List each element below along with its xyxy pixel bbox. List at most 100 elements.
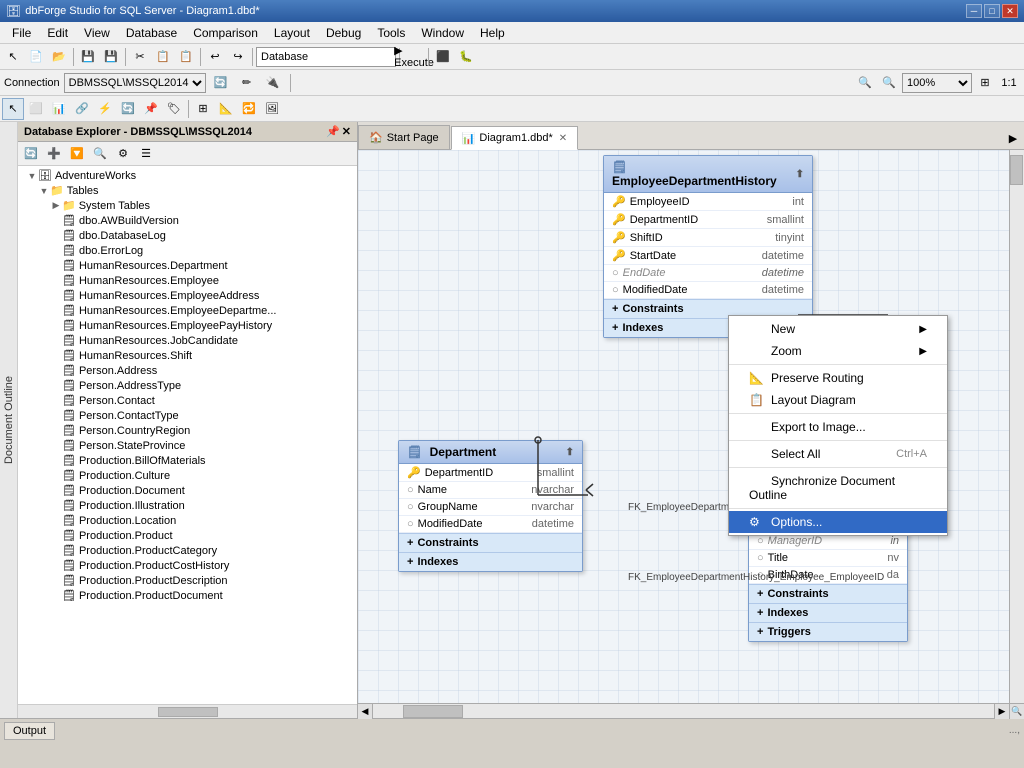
- menu-layout[interactable]: Layout: [266, 22, 318, 44]
- edh-field-shiftid[interactable]: 🔑 ShiftID tinyint: [604, 229, 812, 247]
- tree-hr-employeeaddress[interactable]: 🗒 HumanResources.EmployeeAddress: [18, 288, 357, 303]
- ctx-export-image[interactable]: Export to Image...: [729, 416, 947, 438]
- ctx-zoom[interactable]: Zoom ▶: [729, 340, 947, 362]
- tree-person-contact[interactable]: 🗒 Person.Contact: [18, 393, 357, 408]
- ctx-new[interactable]: New ▶: [729, 318, 947, 340]
- tool-2[interactable]: 📊: [48, 98, 70, 120]
- tool-5[interactable]: 🔄: [117, 98, 139, 120]
- menu-view[interactable]: View: [76, 22, 118, 44]
- tree-prod-productcosthist[interactable]: 🗒 Production.ProductCostHistory: [18, 558, 357, 573]
- emp-indexes[interactable]: + Indexes: [749, 603, 907, 622]
- diagram-scroll-v[interactable]: [1009, 150, 1024, 703]
- zoom-select[interactable]: 100% 75% 150%: [902, 73, 972, 93]
- tree-prod-productdocument[interactable]: 🗒 Production.ProductDocument: [18, 588, 357, 603]
- emp-field-birthdate[interactable]: ○ BirthDate da: [749, 567, 907, 584]
- tool-4[interactable]: ⚡: [94, 98, 116, 120]
- menu-debug[interactable]: Debug: [318, 22, 369, 44]
- ctx-select-all[interactable]: Select All Ctrl+A: [729, 443, 947, 465]
- tree-person-stateprovince[interactable]: 🗒 Person.StateProvince: [18, 438, 357, 453]
- tb-new[interactable]: 📄: [25, 46, 47, 68]
- tree-errorlog[interactable]: 🗒 dbo.ErrorLog: [18, 243, 357, 258]
- table-header-dept[interactable]: 🗒 Department ⬆: [399, 441, 582, 464]
- scrollbar-thumb-v[interactable]: [1010, 155, 1023, 185]
- tb-undo[interactable]: ↩: [204, 46, 226, 68]
- tree-prod-productcategory[interactable]: 🗒 Production.ProductCategory: [18, 543, 357, 558]
- tool-select[interactable]: ↖: [2, 98, 24, 120]
- tree-hr-shift[interactable]: 🗒 HumanResources.Shift: [18, 348, 357, 363]
- tree-prod-document[interactable]: 🗒 Production.Document: [18, 483, 357, 498]
- dept-field-modifieddate[interactable]: ○ ModifiedDate datetime: [399, 516, 582, 533]
- output-button[interactable]: Output: [4, 722, 55, 740]
- tree-prod-product[interactable]: 🗒 Production.Product: [18, 528, 357, 543]
- collapse-dept[interactable]: ⬆: [566, 447, 574, 458]
- dbe-list[interactable]: ☰: [135, 143, 157, 165]
- connection-select[interactable]: DBMSSQL\MSSQL2014: [64, 73, 206, 93]
- menu-file[interactable]: File: [4, 22, 39, 44]
- tree-awbuildversion[interactable]: 🗒 dbo.AWBuildVersion: [18, 213, 357, 228]
- edh-field-modifieddate[interactable]: ○ ModifiedDate datetime: [604, 282, 812, 299]
- dbe-filter[interactable]: 🔽: [66, 143, 88, 165]
- tab-close-diagram1[interactable]: ✕: [559, 133, 567, 144]
- dept-constraints[interactable]: + Constraints: [399, 533, 582, 552]
- tb-paste[interactable]: 📋: [175, 46, 197, 68]
- diagram-scroll-h[interactable]: ◀ ▶ 🔍: [358, 703, 1024, 718]
- dbe-refresh[interactable]: 🔄: [20, 143, 42, 165]
- ctx-preserve-routing[interactable]: 📐Preserve Routing: [729, 367, 947, 389]
- menu-window[interactable]: Window: [413, 22, 472, 44]
- conn-refresh[interactable]: 🔄: [210, 72, 232, 94]
- tool-11[interactable]: 🖼: [261, 98, 283, 120]
- dbe-new[interactable]: ➕: [43, 143, 65, 165]
- table-header-edh[interactable]: 🗒 EmployeeDepartmentHistory ⬆: [604, 156, 812, 193]
- dbe-settings[interactable]: ⚙: [112, 143, 134, 165]
- tree-hr-jobcandidate[interactable]: 🗒 HumanResources.JobCandidate: [18, 333, 357, 348]
- tool-7[interactable]: 🏷: [163, 98, 185, 120]
- tree-databaselog[interactable]: 🗒 dbo.DatabaseLog: [18, 228, 357, 243]
- zoom-fit[interactable]: ⊞: [974, 72, 996, 94]
- tool-8[interactable]: ⊞: [192, 98, 214, 120]
- tool-10[interactable]: 🔁: [238, 98, 260, 120]
- tree-system-tables[interactable]: ▶ 📁 System Tables: [18, 198, 357, 213]
- collapse-edh[interactable]: ⬆: [796, 169, 804, 180]
- zoom-in[interactable]: 🔍: [854, 72, 876, 94]
- tb-open[interactable]: 📂: [48, 46, 70, 68]
- tree-person-countryregion[interactable]: 🗒 Person.CountryRegion: [18, 423, 357, 438]
- tool-1[interactable]: ⬜: [25, 98, 47, 120]
- maximize-button[interactable]: □: [984, 4, 1000, 18]
- menu-help[interactable]: Help: [472, 22, 513, 44]
- dept-indexes[interactable]: + Indexes: [399, 552, 582, 571]
- tree-hr-employeepayhist[interactable]: 🗒 HumanResources.EmployeePayHistory: [18, 318, 357, 333]
- tree-prod-productdescription[interactable]: 🗒 Production.ProductDescription: [18, 573, 357, 588]
- tree-prod-illustration[interactable]: 🗒 Production.Illustration: [18, 498, 357, 513]
- table-employee-dept-history[interactable]: 🗒 EmployeeDepartmentHistory ⬆ 🔑 Employee…: [603, 155, 813, 338]
- tree-prod-location[interactable]: 🗒 Production.Location: [18, 513, 357, 528]
- conn-disconnect[interactable]: 🔌: [262, 72, 284, 94]
- tree-person-address[interactable]: 🗒 Person.Address: [18, 363, 357, 378]
- tab-diagram1[interactable]: 📊 Diagram1.dbd* ✕: [451, 126, 578, 150]
- tool-9[interactable]: 📐: [215, 98, 237, 120]
- database-input[interactable]: [256, 47, 396, 67]
- tree-person-contacttype[interactable]: 🗒 Person.ContactType: [18, 408, 357, 423]
- tab-scroll-right[interactable]: ▶: [1002, 127, 1024, 149]
- edh-field-startdate[interactable]: 🔑 StartDate datetime: [604, 247, 812, 265]
- tree-prod-billofmaterials[interactable]: 🗒 Production.BillOfMaterials: [18, 453, 357, 468]
- close-button[interactable]: ✕: [1002, 4, 1018, 18]
- tb-saveall[interactable]: 💾: [100, 46, 122, 68]
- emp-constraints[interactable]: + Constraints: [749, 584, 907, 603]
- scroll-left[interactable]: ◀: [358, 704, 373, 719]
- ctx-options[interactable]: ⚙Options...: [729, 511, 947, 533]
- tb-save[interactable]: 💾: [77, 46, 99, 68]
- tb-cut[interactable]: ✂: [129, 46, 151, 68]
- tree-adventureworks[interactable]: ▼ 🗄 AdventureWorks: [18, 168, 357, 183]
- zoom-100[interactable]: 1:1: [998, 72, 1020, 94]
- tree-tables[interactable]: ▼ 📁 Tables: [18, 183, 357, 198]
- tool-3[interactable]: 🔗: [71, 98, 93, 120]
- ctx-layout-diagram[interactable]: 📋Layout Diagram: [729, 389, 947, 411]
- tb-execute[interactable]: ▶ Execute: [403, 46, 425, 68]
- menu-comparison[interactable]: Comparison: [185, 22, 266, 44]
- scrollbar-thumb-h[interactable]: [403, 705, 463, 718]
- edh-field-employeeid[interactable]: 🔑 EmployeeID int: [604, 193, 812, 211]
- db-explorer-close[interactable]: ✕: [342, 125, 351, 138]
- emp-field-title[interactable]: ○ Title nv: [749, 550, 907, 567]
- tb-redo[interactable]: ↪: [227, 46, 249, 68]
- menu-database[interactable]: Database: [118, 22, 185, 44]
